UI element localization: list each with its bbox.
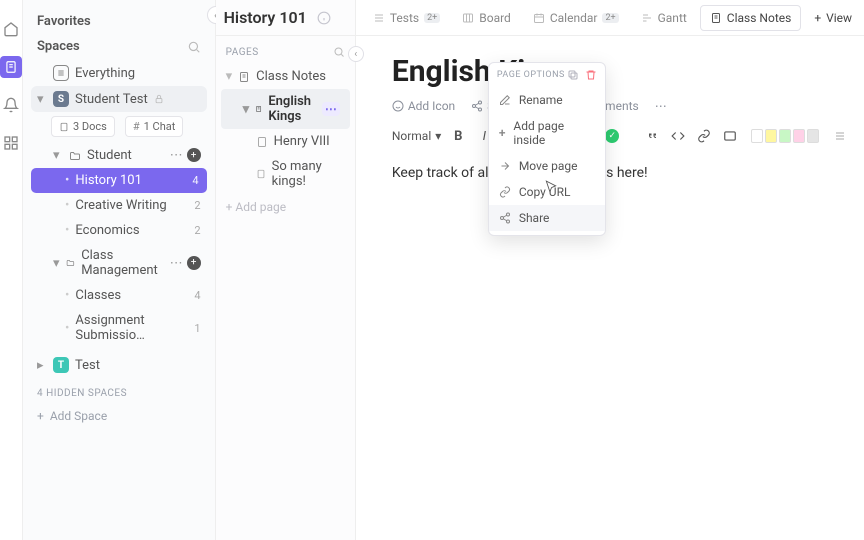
home-icon[interactable] (0, 18, 22, 40)
add-icon-button[interactable]: Add Icon (392, 99, 455, 113)
app-rail (0, 0, 23, 540)
swatch[interactable] (793, 129, 805, 143)
chevron-down-icon: ▾ (435, 129, 441, 143)
menu-move-page[interactable]: Move page (489, 153, 605, 179)
highlight-swatches (751, 129, 819, 143)
menu-header: PAGE OPTIONS (497, 70, 565, 80)
space-label: Test (75, 358, 100, 373)
board-icon (462, 12, 474, 24)
menu-rename[interactable]: Rename (489, 87, 605, 113)
swatch[interactable] (751, 129, 763, 143)
main-column: Tests 2+ Board Calendar 2+ Gantt Class N… (355, 0, 864, 540)
apps-icon[interactable] (0, 132, 22, 154)
tab-calendar[interactable]: Calendar 2+ (524, 6, 628, 30)
page-class-notes[interactable]: ▾ Class Notes (216, 64, 355, 89)
folder-label: Class Management (81, 248, 163, 278)
embed-button[interactable] (721, 127, 739, 145)
lock-icon (154, 94, 164, 104)
more-icon[interactable]: ⋯ (170, 256, 183, 271)
duplicate-icon[interactable] (567, 69, 579, 81)
style-dropdown[interactable]: Normal ▾ (392, 129, 441, 143)
everything-label: Everything (75, 66, 135, 81)
docs-icon[interactable] (0, 56, 22, 78)
add-view-button[interactable]: + View (805, 6, 861, 30)
space-initial: S (53, 91, 69, 107)
add-page-button[interactable]: + Add page (216, 194, 355, 220)
calendar-icon (533, 12, 545, 24)
space-chips: 3 Docs # 1 Chat (31, 112, 207, 143)
list-classes[interactable]: • Classes 4 (31, 283, 207, 308)
info-icon[interactable] (317, 11, 331, 25)
doc-icon (710, 12, 722, 24)
plus-icon: + (814, 11, 821, 25)
docs-chip[interactable]: 3 Docs (51, 116, 115, 137)
pages-panel: History 101 ‹ PAGES ▾ Class Notes ▾ Engl… (216, 0, 355, 540)
add-space-button[interactable]: +Add Space (31, 403, 207, 429)
list-creative-writing[interactable]: • Creative Writing 2 (31, 193, 207, 218)
page-english-kings[interactable]: ▾ English Kings ⋯ (221, 89, 350, 129)
pages-header: PAGES (226, 47, 259, 58)
add-icon[interactable]: + (187, 256, 201, 270)
quote-button[interactable] (643, 127, 661, 145)
page-options-menu: PAGE OPTIONS Rename + Add page inside Mo… (488, 62, 606, 236)
document-area: English Kings Add Icon Share Page Commen… (356, 36, 864, 540)
spaces-header: Spaces (37, 39, 80, 54)
doc-body[interactable]: Keep track of all of your class notes he… (392, 165, 849, 181)
breadcrumb-bar: History 101 (216, 0, 355, 36)
code-button[interactable] (669, 127, 687, 145)
list-icon (373, 12, 385, 24)
menu-share[interactable]: Share (489, 205, 605, 231)
everything-item[interactable]: Everything (31, 60, 207, 86)
collapse-pages-button[interactable]: ‹ (348, 46, 364, 62)
space-test[interactable]: ▸ T Test (31, 352, 207, 378)
tab-gantt[interactable]: Gantt (632, 6, 696, 30)
tab-class-notes[interactable]: Class Notes (700, 5, 802, 31)
checklist-button[interactable]: ✓ (605, 129, 619, 143)
menu-copy-url[interactable]: Copy URL (489, 179, 605, 205)
menu-add-page-inside[interactable]: + Add page inside (489, 113, 605, 153)
doc-title[interactable]: English Kings (392, 54, 849, 89)
sidebar: ‹ Favorites Spaces Everything ▾ S Studen… (23, 0, 216, 540)
list-economics[interactable]: • Economics 2 (31, 218, 207, 243)
page-more-icon[interactable]: ⋯ (322, 102, 340, 116)
bold-button[interactable]: B (449, 127, 467, 145)
swatch[interactable] (779, 129, 791, 143)
doc-more-icon[interactable]: ⋯ (655, 99, 667, 113)
folder-class-mgmt[interactable]: ▾ Class Management ⋯ + (31, 243, 207, 283)
space-label: Student Test (75, 92, 148, 107)
favorites-header: Favorites (31, 10, 207, 33)
more-format-button[interactable] (831, 127, 849, 145)
list-assignment-sub[interactable]: • Assignment Submissio… 1 (31, 308, 207, 348)
editor-toolbar: Normal ▾ B I U S ✓ (392, 123, 849, 159)
trash-icon[interactable] (585, 69, 597, 81)
view-tabs: Tests 2+ Board Calendar 2+ Gantt Class N… (356, 0, 864, 36)
page-so-many-kings[interactable]: So many kings! (216, 154, 355, 194)
swatch[interactable] (765, 129, 777, 143)
search-icon[interactable] (187, 40, 201, 54)
list-history-101[interactable]: • History 101 4 (31, 168, 207, 193)
more-icon[interactable]: ⋯ (170, 148, 183, 163)
link-button[interactable] (695, 127, 713, 145)
folder-label: Student (87, 148, 132, 163)
space-initial: T (53, 357, 69, 373)
tab-tests[interactable]: Tests 2+ (364, 6, 449, 30)
folder-student[interactable]: ▾ Student ⋯ + (31, 143, 207, 168)
gantt-icon (641, 12, 653, 24)
chat-chip[interactable]: # 1 Chat (125, 116, 184, 137)
search-icon[interactable] (333, 46, 345, 58)
page-henry-viii[interactable]: Henry VIII (216, 129, 355, 154)
space-student-test[interactable]: ▾ S Student Test (31, 86, 207, 112)
bell-icon[interactable] (0, 94, 22, 116)
add-icon[interactable]: + (187, 148, 201, 162)
swatch[interactable] (807, 129, 819, 143)
tab-board[interactable]: Board (453, 6, 520, 30)
hidden-spaces-label[interactable]: 4 HIDDEN SPACES (31, 378, 207, 403)
page-title: History 101 (224, 8, 307, 27)
